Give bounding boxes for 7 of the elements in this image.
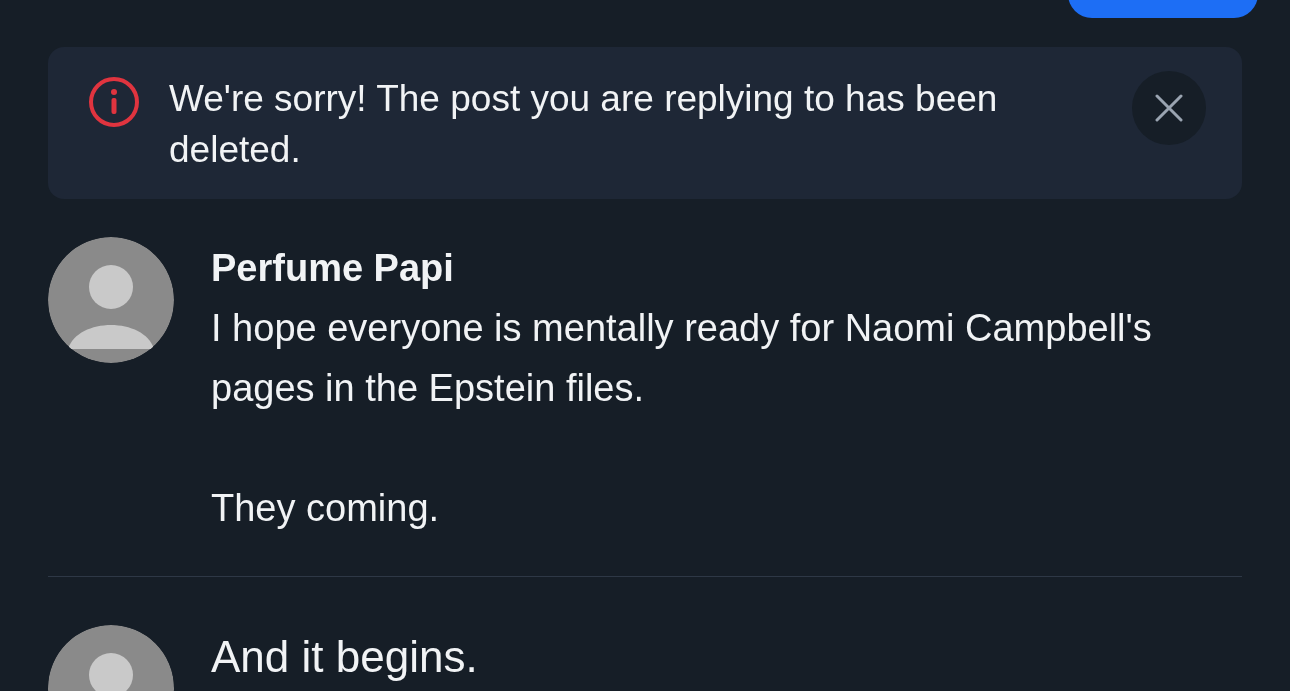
close-icon — [1155, 94, 1183, 122]
reply-field[interactable]: And it begins. — [211, 625, 478, 691]
author-name: Perfume Papi — [211, 246, 455, 291]
post-text: I hope everyone is mentally ready for Naomi Campbell's pages in the Epstein files. — [211, 306, 1153, 411]
alert-message: We're sorry! The post you are replying to has been deleted. — [169, 77, 999, 172]
info-icon — [88, 76, 140, 128]
post-text: They coming. — [211, 486, 441, 531]
